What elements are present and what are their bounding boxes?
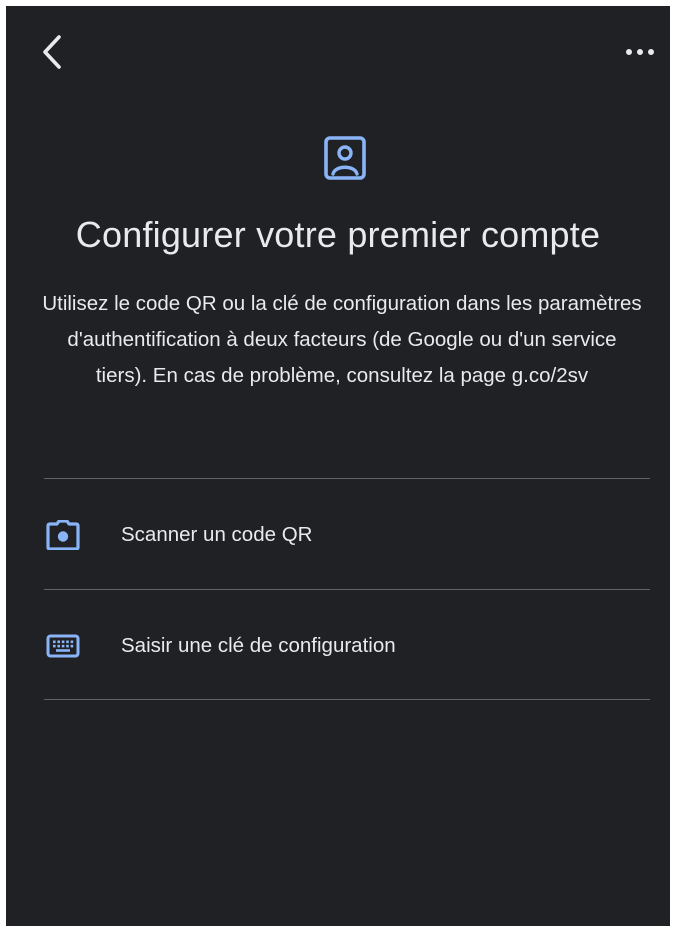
enter-key-option[interactable]: Saisir une clé de configuration: [6, 591, 670, 701]
app-screen: Configurer votre premier compte Utilisez…: [6, 6, 670, 926]
more-options-button[interactable]: [618, 34, 662, 70]
page-title: Configurer votre premier compte: [75, 214, 601, 255]
scan-qr-label: Scanner un code QR: [121, 523, 313, 546]
chevron-left-icon: [43, 35, 61, 69]
more-horiz-icon: [626, 49, 654, 55]
divider-top: [44, 478, 650, 479]
camera-icon: [46, 518, 80, 552]
divider-middle: [44, 589, 650, 590]
enter-key-label: Saisir une clé de configuration: [121, 634, 396, 657]
top-bar: [6, 6, 670, 96]
page-description: Utilisez le code QR ou la clé de configu…: [42, 292, 642, 387]
account-box-icon: [321, 134, 369, 182]
back-button[interactable]: [32, 30, 72, 74]
scan-qr-option[interactable]: Scanner un code QR: [6, 480, 670, 590]
keyboard-icon: [46, 629, 80, 663]
divider-bottom: [44, 699, 650, 700]
